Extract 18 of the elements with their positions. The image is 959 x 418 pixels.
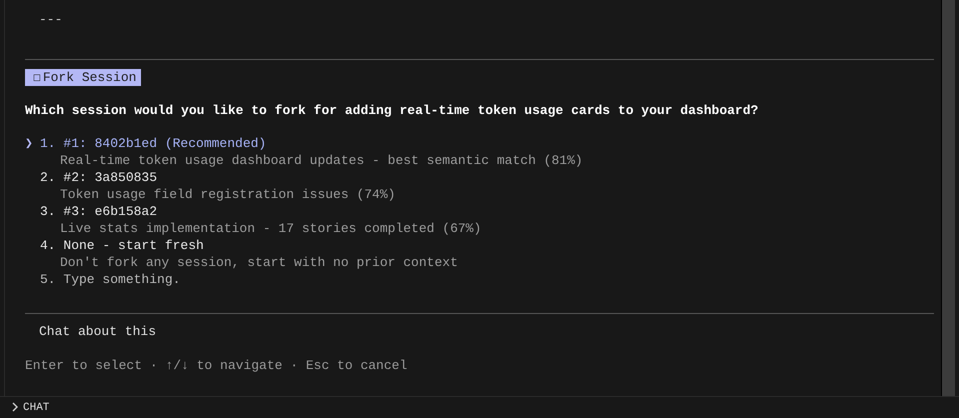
chat-option[interactable]: Chat about this [39,324,156,339]
option-description: Real-time token usage dashboard updates - best semantic match (81%) [59,152,584,169]
option-item[interactable]: 3. #3: e6b158a2 [40,203,158,220]
question-text: Which session would you like to fork for adding real-time token usage cards to your dashboard? [25,103,760,118]
keyboard-hint: Enter to select · ↑/↓ to navigate · Esc to cancel [25,357,408,374]
option-description: Token usage field registration issues (74%) [59,186,396,203]
scrollbar[interactable] [941,0,955,396]
selection-cursor: ❯ [25,136,33,151]
option-description: Live stats implementation - 17 stories completed (67%) [59,220,482,237]
chevron-icon[interactable] [11,402,19,412]
dialog-badge: ☐Fork Session [25,69,142,86]
option-item[interactable]: 2. #2: 3a850835 [40,169,158,186]
option-description: Don't fork any session, start with no prior context [59,254,459,271]
separator-text: --- [39,12,62,27]
option-item[interactable]: 5. Type something. [40,271,180,288]
option-item[interactable]: 4. None - start fresh [40,237,204,254]
option-item[interactable]: 1. #1: 8402b1ed (Recommended) [40,135,266,152]
panel-title[interactable]: CHAT [23,402,50,414]
